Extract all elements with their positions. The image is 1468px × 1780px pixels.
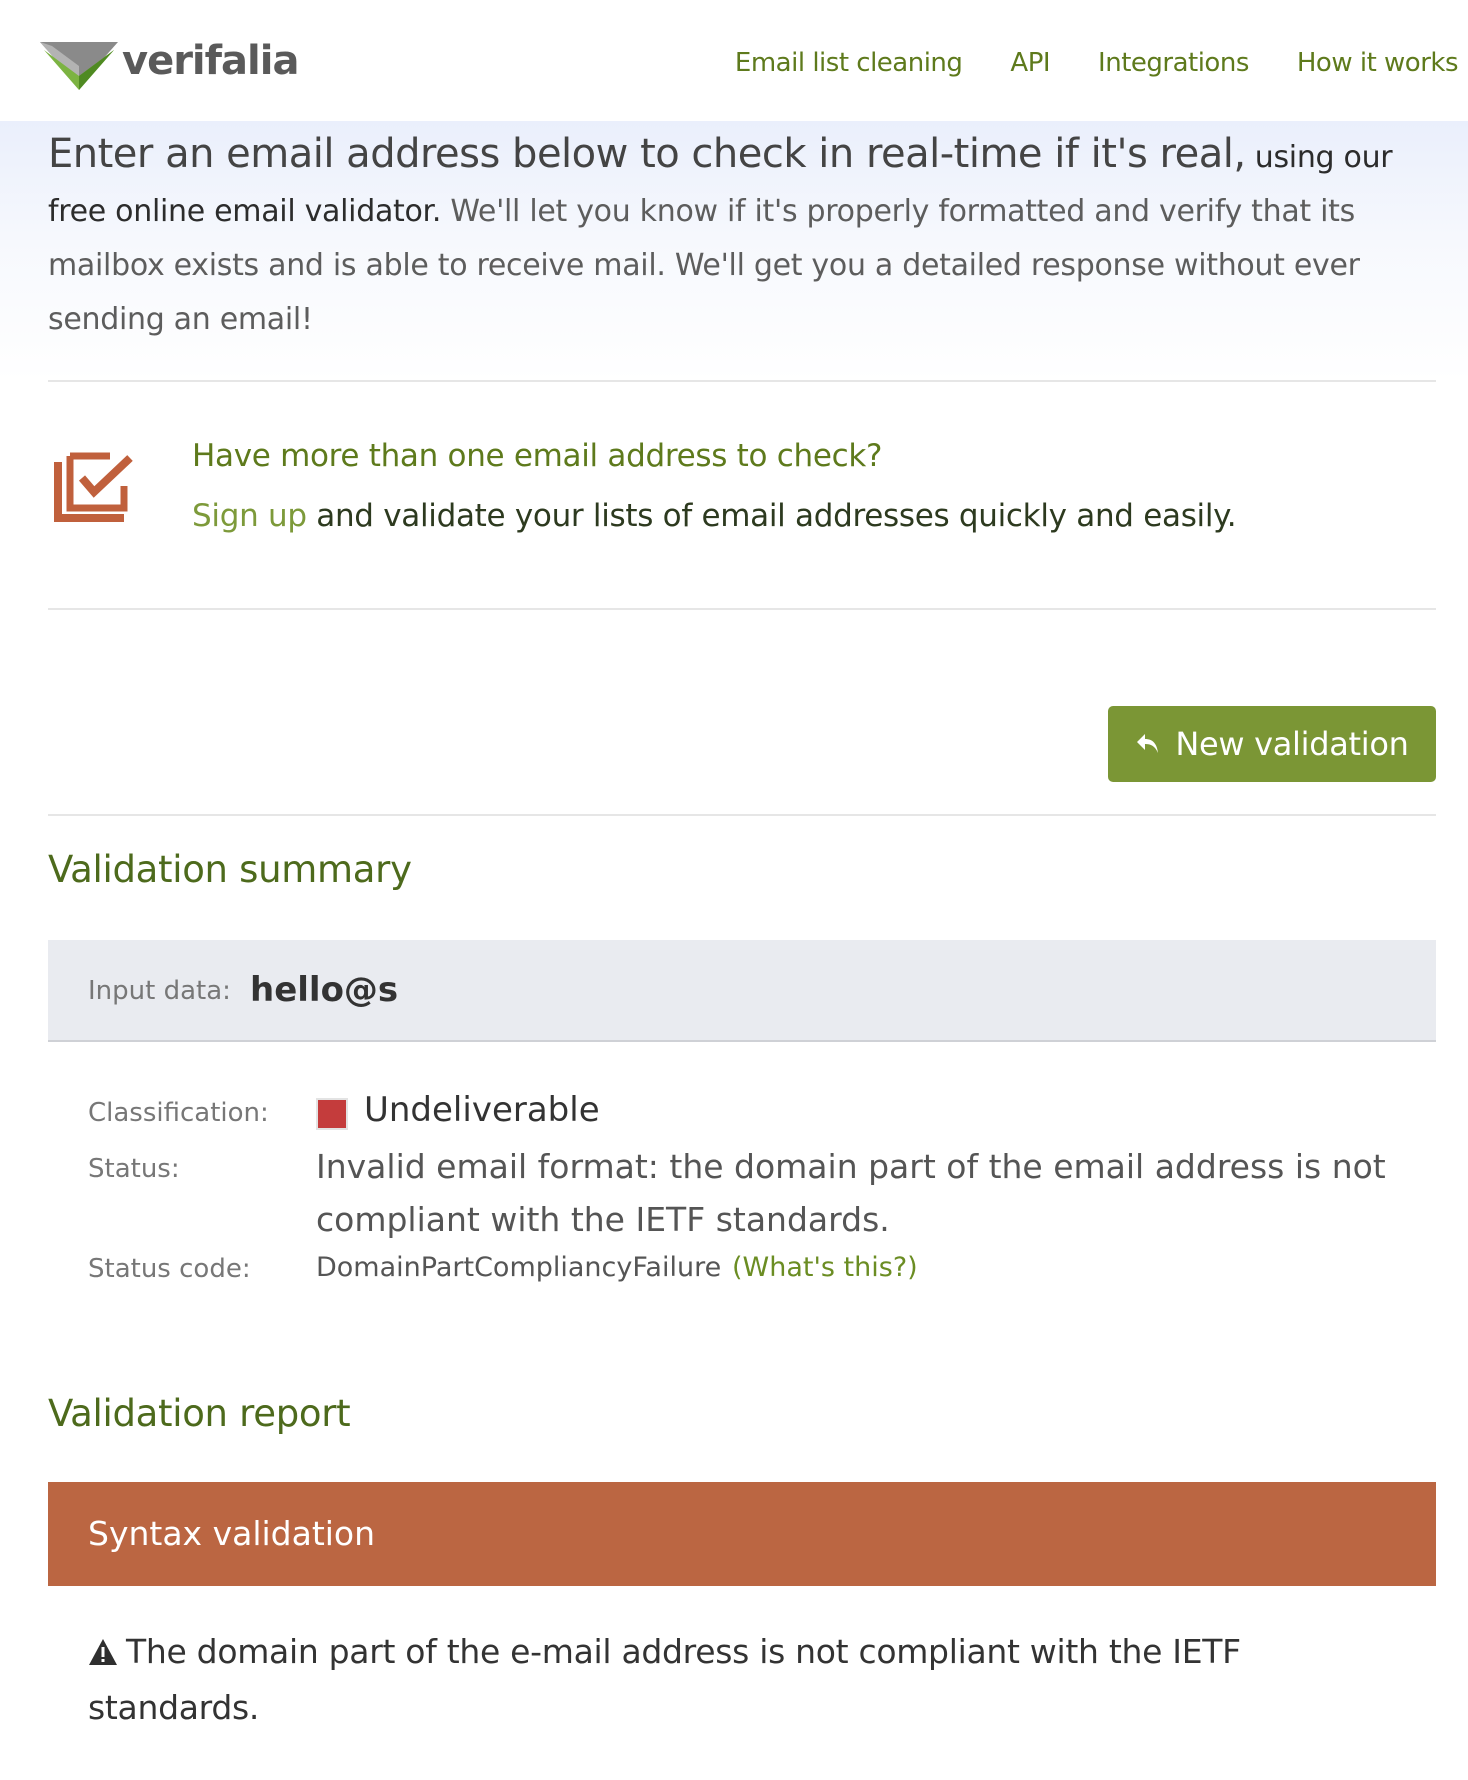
warning-icon — [89, 1639, 117, 1665]
logo[interactable]: verifalia — [38, 36, 299, 92]
divider — [48, 608, 1436, 610]
nav-how-it-works[interactable]: How it works — [1297, 48, 1459, 78]
nav-api[interactable]: API — [1010, 48, 1050, 78]
status-code-label: Status code: — [88, 1254, 251, 1284]
divider — [48, 380, 1436, 382]
signup-link[interactable]: Sign up — [192, 498, 307, 534]
input-data-value: hello@s — [250, 970, 399, 1010]
summary-title: Validation summary — [48, 848, 412, 891]
divider — [48, 814, 1436, 816]
status-label: Status: — [88, 1154, 180, 1184]
input-data-label: Input data: — [88, 976, 231, 1006]
nav-email-list-cleaning[interactable]: Email list cleaning — [735, 48, 963, 78]
site-header: verifalia Email list cleaning API Integr… — [0, 0, 1468, 121]
syntax-validation-title: Syntax validation — [88, 1514, 376, 1553]
intro-paragraph: Enter an email address below to check in… — [48, 127, 1438, 347]
signup-question: Have more than one email address to chec… — [192, 438, 883, 474]
syntax-warning: The domain part of the e-mail address is… — [88, 1624, 1348, 1736]
signup-text: Sign up and validate your lists of email… — [192, 498, 1237, 534]
nav-integrations[interactable]: Integrations — [1098, 48, 1249, 78]
new-validation-label: New validation — [1175, 725, 1409, 763]
classification-swatch — [316, 1098, 348, 1130]
classification-label: Classification: — [88, 1098, 269, 1128]
syntax-warning-text: The domain part of the e-mail address is… — [88, 1632, 1241, 1727]
report-title: Validation report — [48, 1392, 351, 1435]
new-validation-button[interactable]: New validation — [1108, 706, 1436, 782]
intro-section: Enter an email address below to check in… — [0, 121, 1468, 381]
status-value: Invalid email format: the domain part of… — [316, 1147, 1386, 1239]
input-data-panel: Input data: hello@s — [48, 940, 1436, 1042]
whats-this-link[interactable]: (What's this?) — [732, 1252, 918, 1283]
reply-arrow-icon — [1137, 734, 1159, 753]
brand-name: verifalia — [122, 38, 299, 84]
signup-description: and validate your lists of email address… — [306, 498, 1237, 534]
intro-lead: Enter an email address below to check in… — [48, 131, 1246, 177]
classification-value: Undeliverable — [364, 1090, 600, 1130]
syntax-validation-header: Syntax validation — [48, 1482, 1436, 1586]
main-nav: Email list cleaning API Integrations How… — [735, 48, 1459, 78]
verifalia-logo-icon — [40, 42, 118, 90]
checklist-icon — [54, 452, 133, 522]
status-code-value: DomainPartCompliancyFailure — [316, 1252, 722, 1283]
